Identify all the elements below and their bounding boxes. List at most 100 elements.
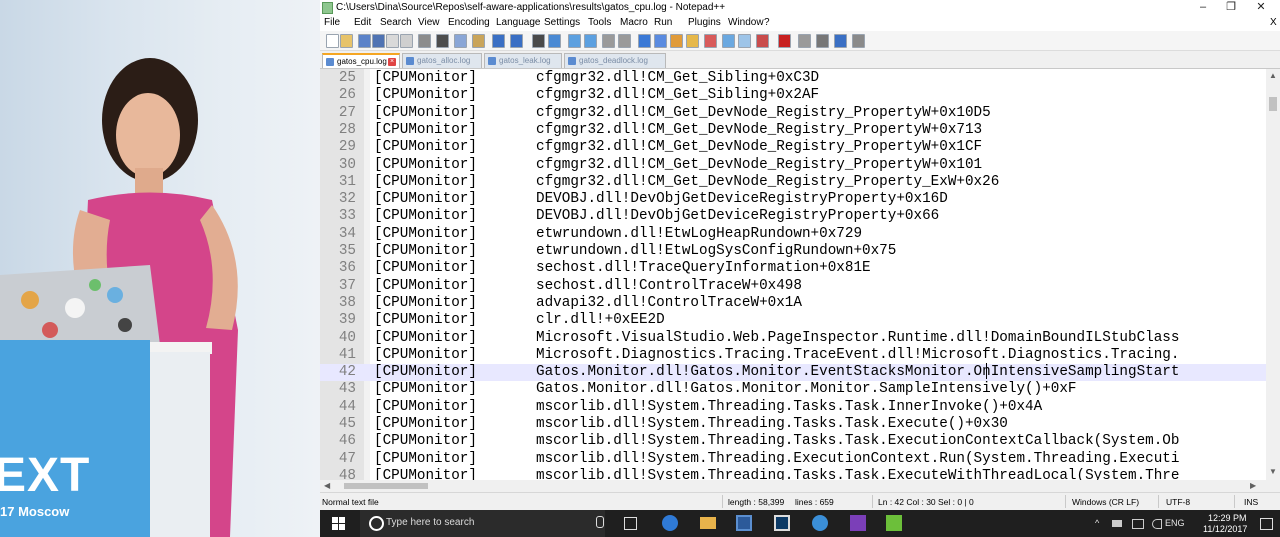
editor-line[interactable]: 36 [CPUMonitor] sechost.dll!TraceQueryInfo… <box>320 260 1266 277</box>
cut-icon[interactable] <box>436 34 449 48</box>
editor-line[interactable]: 31 [CPUMonitor] cfgmgr32.dll!CM_Get_DevNod… <box>320 174 1266 191</box>
folder-workspace-icon[interactable] <box>738 34 751 48</box>
minimize-button[interactable]: – <box>1188 0 1218 15</box>
horizontal-scroll-thumb[interactable] <box>344 483 428 489</box>
editor-line[interactable]: 26 [CPUMonitor] cfgmgr32.dll!CM_Get_Siblin… <box>320 87 1266 104</box>
editor-line[interactable]: 47 [CPUMonitor] mscorlib.dll!System.Thread… <box>320 451 1266 468</box>
clock-date[interactable]: 11/12/2017 <box>1203 524 1247 534</box>
save-macro-icon[interactable] <box>852 34 865 48</box>
clock-time[interactable]: 12:29 PM <box>1208 513 1247 523</box>
taskbar-search-box[interactable]: Type here to search <box>360 510 605 537</box>
powershell-icon[interactable] <box>774 515 790 531</box>
scroll-down-icon[interactable]: ▼ <box>1269 467 1277 476</box>
edge-browser-icon[interactable] <box>662 515 678 531</box>
editor-line-current[interactable]: 42 [CPUMonitor] Gatos.Monitor.dll!Gatos.Mo… <box>320 363 1266 382</box>
menu-macro[interactable]: Macro <box>620 17 648 28</box>
editor-line[interactable]: 38 [CPUMonitor] advapi32.dll!ControlTraceW… <box>320 295 1266 312</box>
battery-icon[interactable] <box>1112 520 1122 527</box>
tab-gatos-alloc[interactable]: gatos_alloc.log <box>402 53 482 68</box>
editor-line[interactable]: 34 [CPUMonitor] etwrundown.dll!EtwLogHeapR… <box>320 226 1266 243</box>
notifications-icon[interactable] <box>1260 518 1273 530</box>
file-explorer-icon[interactable] <box>700 517 716 529</box>
close-document-button[interactable]: X <box>1270 17 1277 28</box>
close-button[interactable]: ✕ <box>1246 0 1276 15</box>
scroll-left-icon[interactable]: ◀ <box>324 481 330 490</box>
editor-line[interactable]: 40 [CPUMonitor] Microsoft.VisualStudio.Web… <box>320 330 1266 347</box>
scroll-right-icon[interactable]: ▶ <box>1250 481 1256 490</box>
editor-line[interactable]: 25 [CPUMonitor] cfgmgr32.dll!CM_Get_Siblin… <box>320 70 1266 87</box>
undo-icon[interactable] <box>492 34 505 48</box>
menu-help[interactable]: ? <box>764 17 770 28</box>
menu-edit[interactable]: Edit <box>354 17 371 28</box>
editor-area[interactable]: 25 [CPUMonitor] cfgmgr32.dll!CM_Get_Siblin… <box>320 69 1266 480</box>
editor-line[interactable]: 45 [CPUMonitor] mscorlib.dll!System.Thread… <box>320 416 1266 433</box>
editor-line[interactable]: 37 [CPUMonitor] sechost.dll!ControlTraceW+… <box>320 278 1266 295</box>
paste-icon[interactable] <box>472 34 485 48</box>
replace-icon[interactable] <box>548 34 561 48</box>
editor-line[interactable]: 35 [CPUMonitor] etwrundown.dll!EtwLogSysCo… <box>320 243 1266 260</box>
network-icon[interactable] <box>1132 519 1144 529</box>
editor-line[interactable]: 27 [CPUMonitor] cfgmgr32.dll!CM_Get_DevNod… <box>320 105 1266 122</box>
menu-encoding[interactable]: Encoding <box>448 17 490 28</box>
menu-file[interactable]: File <box>324 17 340 28</box>
open-icon[interactable] <box>340 34 353 48</box>
menu-tools[interactable]: Tools <box>588 17 611 28</box>
menu-window[interactable]: Window <box>728 17 764 28</box>
word-wrap-icon[interactable] <box>638 34 651 48</box>
tab-close-icon[interactable]: × <box>388 58 396 66</box>
new-icon[interactable] <box>326 34 339 48</box>
editor-line[interactable]: 28 [CPUMonitor] cfgmgr32.dll!CM_Get_DevNod… <box>320 122 1266 139</box>
save-all-icon[interactable] <box>372 34 385 48</box>
monitoring-icon[interactable] <box>756 34 769 48</box>
show-all-chars-icon[interactable] <box>654 34 667 48</box>
editor-line[interactable]: 29 [CPUMonitor] cfgmgr32.dll!CM_Get_DevNod… <box>320 139 1266 156</box>
menu-settings[interactable]: Settings <box>544 17 580 28</box>
tray-chevron-icon[interactable]: ^ <box>1095 518 1099 528</box>
editor-line[interactable]: 48 [CPUMonitor] mscorlib.dll!System.Thread… <box>320 468 1266 480</box>
windows-start-icon[interactable] <box>332 517 345 530</box>
volume-icon[interactable] <box>1152 519 1162 529</box>
doc-map-icon[interactable] <box>704 34 717 48</box>
find-icon[interactable] <box>532 34 545 48</box>
function-list-icon[interactable] <box>722 34 735 48</box>
microphone-icon[interactable] <box>596 516 604 528</box>
visual-studio-icon[interactable] <box>850 515 866 531</box>
print-icon[interactable] <box>418 34 431 48</box>
editor-line[interactable]: 32 [CPUMonitor] DEVOBJ.dll!DevObjGetDevice… <box>320 191 1266 208</box>
remote-desktop-icon[interactable] <box>736 515 752 531</box>
record-macro-icon[interactable] <box>778 34 791 48</box>
zoom-out-icon[interactable] <box>584 34 597 48</box>
language-indicator[interactable]: ENG <box>1165 518 1185 528</box>
run-macro-multiple-icon[interactable] <box>834 34 847 48</box>
menu-plugins[interactable]: Plugins <box>688 17 721 28</box>
redo-icon[interactable] <box>510 34 523 48</box>
stop-macro-icon[interactable] <box>798 34 811 48</box>
maximize-button[interactable]: ❐ <box>1216 0 1246 15</box>
tab-gatos-leak[interactable]: gatos_leak.log <box>484 53 562 68</box>
play-macro-icon[interactable] <box>816 34 829 48</box>
close-icon[interactable] <box>386 34 399 48</box>
sync-horizontal-icon[interactable] <box>618 34 631 48</box>
vertical-scrollbar[interactable]: ▲ ▼ <box>1266 69 1280 480</box>
editor-line[interactable]: 33 [CPUMonitor] DEVOBJ.dll!DevObjGetDevice… <box>320 208 1266 225</box>
menu-search[interactable]: Search <box>380 17 412 28</box>
scroll-up-icon[interactable]: ▲ <box>1269 71 1277 80</box>
close-all-icon[interactable] <box>400 34 413 48</box>
tab-gatos-cpu[interactable]: gatos_cpu.log × <box>322 53 400 68</box>
vertical-scroll-thumb[interactable] <box>1269 97 1277 111</box>
copy-icon[interactable] <box>454 34 467 48</box>
editor-line[interactable]: 39 [CPUMonitor] clr.dll!+0xEE2D <box>320 312 1266 329</box>
sync-vertical-icon[interactable] <box>602 34 615 48</box>
editor-line[interactable]: 41 [CPUMonitor] Microsoft.Diagnostics.Trac… <box>320 347 1266 364</box>
safari-compass-icon[interactable] <box>812 515 828 531</box>
notepadpp-taskbar-icon[interactable] <box>886 515 902 531</box>
editor-line[interactable]: 44 [CPUMonitor] mscorlib.dll!System.Thread… <box>320 399 1266 416</box>
user-language-icon[interactable] <box>686 34 699 48</box>
menu-view[interactable]: View <box>418 17 440 28</box>
editor-line[interactable]: 46 [CPUMonitor] mscorlib.dll!System.Thread… <box>320 433 1266 450</box>
save-icon[interactable] <box>358 34 371 48</box>
horizontal-scrollbar[interactable]: ◀ ▶ <box>320 480 1266 492</box>
editor-line[interactable]: 43 [CPUMonitor] Gatos.Monitor.dll!Gatos.Mo… <box>320 381 1266 398</box>
task-view-icon[interactable] <box>624 517 637 530</box>
indent-guide-icon[interactable] <box>670 34 683 48</box>
